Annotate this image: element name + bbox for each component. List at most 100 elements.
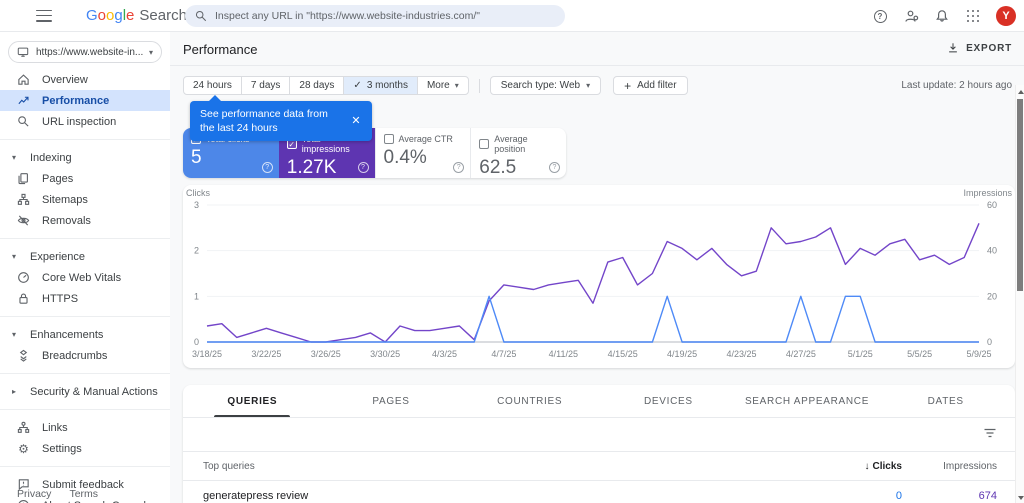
sidebar-section-enhancements[interactable]: ▾ Enhancements xyxy=(0,324,170,345)
sidebar-item-label: About Search Console xyxy=(42,500,152,503)
tab-dates[interactable]: DATES xyxy=(876,385,1015,417)
sidebar-item-performance[interactable]: Performance xyxy=(0,90,170,111)
sidebar-item-pages[interactable]: Pages xyxy=(0,168,170,189)
average-ctr-tile[interactable]: Average CTR 0.4% ? xyxy=(374,128,471,178)
svg-text:4/3/25: 4/3/25 xyxy=(432,349,457,359)
sidebar-section-indexing[interactable]: ▾ Indexing xyxy=(0,147,170,168)
performance-chart[interactable]: 0 1 2 3 0 20 40 60 3/18/25 3/22/25 3/26/25 3/30/25 4… xyxy=(183,185,1015,368)
menu-icon[interactable] xyxy=(36,9,52,22)
privacy-link[interactable]: Privacy xyxy=(17,488,51,500)
sidebar-item-settings[interactable]: ⚙ Settings xyxy=(0,438,170,459)
range-more-button[interactable]: More ▾ xyxy=(416,77,468,94)
range-24-hours-button[interactable]: 24 hours xyxy=(184,77,241,94)
svg-text:5/1/25: 5/1/25 xyxy=(848,349,873,359)
svg-text:Clicks: Clicks xyxy=(186,188,210,198)
svg-text:3/26/25: 3/26/25 xyxy=(311,349,341,359)
tab-pages[interactable]: PAGES xyxy=(322,385,461,417)
sidebar-section-security[interactable]: ▸ Security & Manual Actions xyxy=(0,381,170,402)
search-type-button[interactable]: Search type: Web ▾ xyxy=(489,76,602,95)
range-28-days-button[interactable]: 28 days xyxy=(289,77,343,94)
filter-list-icon[interactable] xyxy=(983,426,997,444)
sidebar-item-links[interactable]: Links xyxy=(0,417,170,438)
query-cell[interactable]: generatepress review xyxy=(183,490,820,502)
help-icon[interactable]: ? xyxy=(549,162,560,173)
sidebar-section-experience[interactable]: ▾ Experience xyxy=(0,246,170,267)
tab-search-appearance[interactable]: SEARCH APPEARANCE xyxy=(738,385,877,417)
logo-letter: e xyxy=(126,7,135,24)
chevron-down-icon: ▾ xyxy=(12,252,17,261)
breadcrumbs-icon xyxy=(17,349,30,362)
sort-down-icon: ↓ xyxy=(864,460,870,472)
metric-value: 1.27K xyxy=(286,157,337,178)
search-icon xyxy=(17,115,30,128)
average-position-tile[interactable]: Average position 62.5 ? xyxy=(470,128,566,178)
sidebar-item-sitemaps[interactable]: Sitemaps xyxy=(0,189,170,210)
sidebar-item-removals[interactable]: Removals xyxy=(0,210,170,231)
scrollbar-up-arrow[interactable] xyxy=(1016,87,1024,96)
range-3-months-button[interactable]: ✓ 3 months xyxy=(343,77,417,94)
check-icon: ✓ xyxy=(353,80,362,91)
promo-tooltip: See performance data from the last 24 ho… xyxy=(190,95,372,141)
manage-accounts-icon[interactable] xyxy=(903,8,919,24)
svg-text:20: 20 xyxy=(987,291,997,301)
help-icon[interactable]: ? xyxy=(261,162,273,173)
logo-letter: o xyxy=(106,7,115,24)
sidebar-item-label: HTTPS xyxy=(42,292,79,305)
sidebar: https://www.website-in... ▾ Overview Per… xyxy=(0,32,170,503)
chevron-down-icon: ▾ xyxy=(586,81,591,90)
svg-text:4/23/25: 4/23/25 xyxy=(726,349,756,359)
help-icon[interactable]: ? xyxy=(453,162,465,173)
pages-icon xyxy=(17,172,30,185)
sidebar-item-core-web-vitals[interactable]: Core Web Vitals xyxy=(0,267,170,288)
date-range-group: 24 hours 7 days 28 days ✓ 3 months More … xyxy=(183,76,469,95)
speedometer-icon xyxy=(17,271,30,284)
svg-text:40: 40 xyxy=(987,246,997,256)
help-icon[interactable]: ? xyxy=(357,162,369,173)
tab-queries[interactable]: QUERIES xyxy=(183,385,322,417)
checkbox-unchecked-icon[interactable] xyxy=(383,134,394,144)
scrollbar-thumb[interactable] xyxy=(1017,99,1023,291)
avatar[interactable]: Y xyxy=(996,6,1016,26)
gear-icon: ⚙ xyxy=(18,441,29,456)
sidebar-item-overview[interactable]: Overview xyxy=(0,69,170,90)
links-icon xyxy=(17,421,30,434)
terms-link[interactable]: Terms xyxy=(69,488,98,500)
range-7-days-button[interactable]: 7 days xyxy=(240,77,289,94)
chevron-down-icon: ▾ xyxy=(454,81,459,90)
svg-text:2: 2 xyxy=(194,246,199,256)
add-filter-button[interactable]: + Add filter xyxy=(613,76,688,95)
visibility-off-icon xyxy=(17,214,30,227)
main-content: Performance EXPORT 24 hours 7 days 28 da… xyxy=(170,32,1024,503)
checkbox-unchecked-icon[interactable] xyxy=(479,139,490,149)
top-bar: Google Search Console ? Y xyxy=(0,0,1024,32)
close-icon[interactable]: ✕ xyxy=(348,113,364,129)
notifications-icon[interactable] xyxy=(934,8,950,24)
metric-label: Average CTR xyxy=(398,134,453,144)
clicks-cell: 0 xyxy=(895,489,902,502)
download-icon xyxy=(947,42,959,54)
impressions-column-header[interactable]: Impressions xyxy=(910,461,1015,472)
property-selector[interactable]: https://www.website-in... ▾ xyxy=(8,41,162,63)
tab-devices[interactable]: DEVICES xyxy=(599,385,738,417)
sidebar-item-https[interactable]: HTTPS xyxy=(0,288,170,309)
url-inspect-searchbox[interactable] xyxy=(185,5,565,27)
sidebar-item-label: Sitemaps xyxy=(42,193,88,206)
logo-letter: G xyxy=(86,7,98,24)
clicks-column-header[interactable]: ↓ Clicks xyxy=(820,461,910,472)
sidebar-item-url-inspection[interactable]: URL inspection xyxy=(0,111,170,132)
performance-icon xyxy=(17,94,30,107)
sidebar-item-breadcrumbs[interactable]: Breadcrumbs xyxy=(0,345,170,366)
scrollbar-down-arrow[interactable] xyxy=(1016,493,1024,502)
export-button[interactable]: EXPORT xyxy=(947,42,1012,54)
vertical-scrollbar[interactable] xyxy=(1015,85,1024,503)
chevron-down-icon: ▾ xyxy=(148,47,153,57)
apps-grid-icon[interactable] xyxy=(965,8,981,24)
url-inspect-input[interactable] xyxy=(215,10,555,22)
tab-countries[interactable]: COUNTRIES xyxy=(460,385,599,417)
logo-letter: g xyxy=(114,7,123,24)
sidebar-section-label: Security & Manual Actions xyxy=(30,385,158,398)
dimension-tabs: QUERIES PAGES COUNTRIES DEVICES SEARCH A… xyxy=(183,385,1015,418)
logo-letter: o xyxy=(97,7,107,24)
help-icon[interactable]: ? xyxy=(872,8,888,24)
chevron-down-icon: ▾ xyxy=(12,153,17,162)
